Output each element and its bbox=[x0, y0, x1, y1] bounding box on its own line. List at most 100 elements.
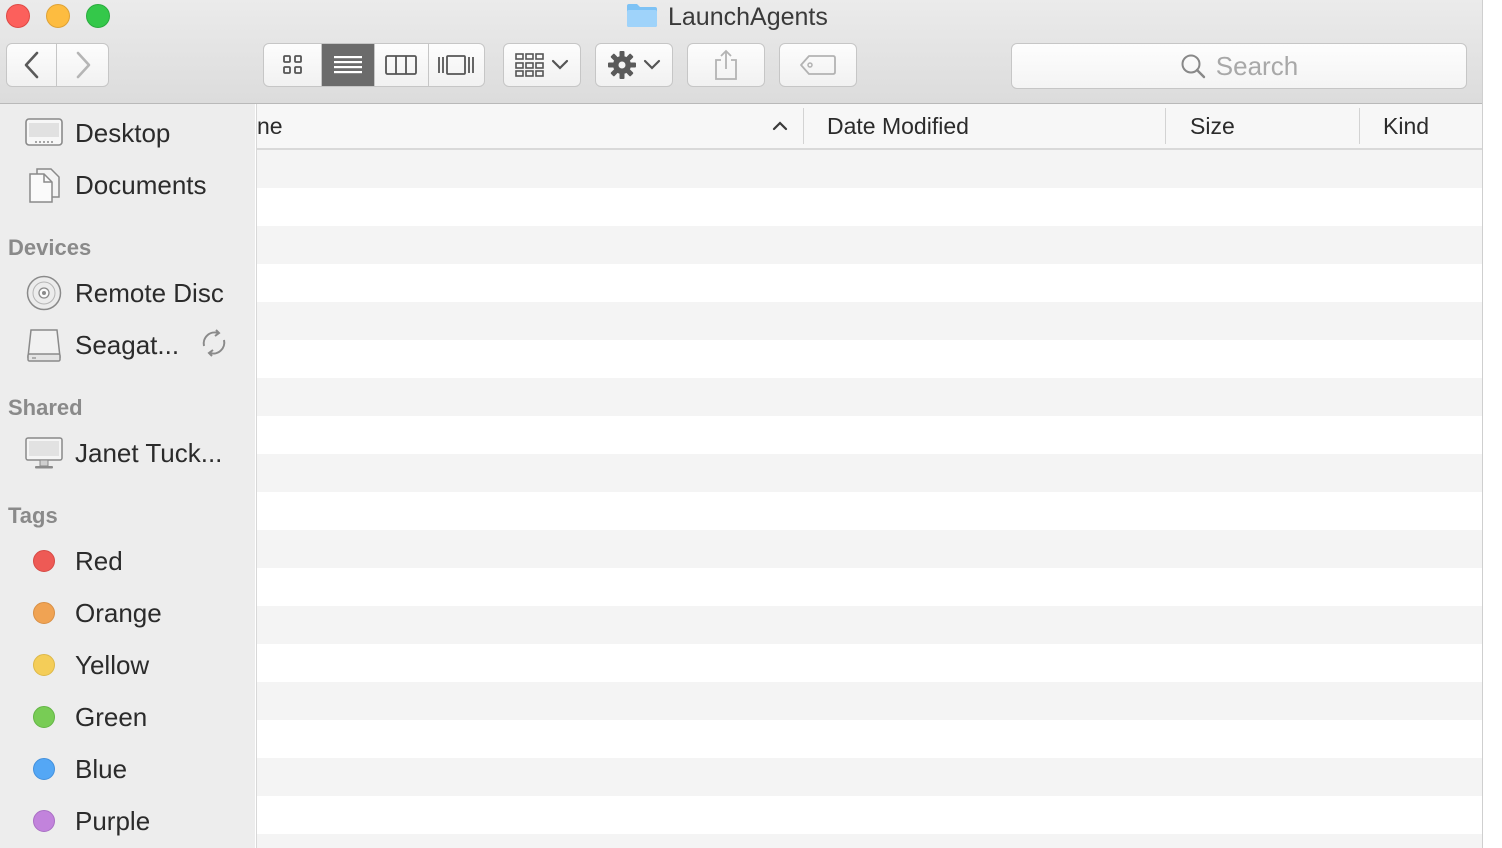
tag-icon bbox=[800, 55, 836, 75]
file-list: ne Date Modified Size Kind bbox=[256, 104, 1482, 848]
sidebar-item-seagate-drive[interactable]: Seagat... bbox=[0, 322, 255, 368]
empty-row-stripe bbox=[257, 682, 1482, 720]
list-view-button[interactable] bbox=[322, 44, 375, 86]
sidebar-item-desktop[interactable]: Desktop bbox=[0, 110, 255, 156]
chevron-right-icon bbox=[76, 51, 90, 79]
empty-row-stripe bbox=[257, 302, 1482, 340]
tag-color-dot bbox=[25, 802, 63, 840]
sidebar-item-documents[interactable]: Documents bbox=[0, 162, 255, 208]
sidebar-item-label: Orange bbox=[75, 597, 162, 628]
sidebar-item-label: Blue bbox=[75, 753, 128, 784]
sidebar-tag-red[interactable]: Red bbox=[0, 538, 255, 584]
column-header-label: Size bbox=[1190, 112, 1235, 139]
window-edge bbox=[1482, 0, 1502, 848]
sidebar-tag-green[interactable]: Green bbox=[0, 694, 255, 740]
empty-row-stripe bbox=[257, 226, 1482, 264]
column-header-kind[interactable]: Kind bbox=[1360, 104, 1482, 148]
minimize-window-button[interactable] bbox=[46, 4, 70, 28]
search-placeholder: Search bbox=[1215, 50, 1299, 81]
computer-icon bbox=[25, 434, 63, 472]
column-header-size[interactable]: Size bbox=[1166, 104, 1359, 148]
column-header-label: ne bbox=[257, 112, 283, 139]
window-title-text: LaunchAgents bbox=[668, 2, 828, 31]
empty-row-stripe bbox=[257, 568, 1482, 606]
share-icon bbox=[715, 49, 737, 80]
sidebar-item-remote-disc[interactable]: Remote Disc bbox=[0, 270, 255, 316]
cover-flow-icon bbox=[438, 55, 475, 75]
tag-color-dot bbox=[25, 542, 63, 580]
column-header-name[interactable]: ne bbox=[257, 104, 803, 148]
sidebar-item-label: Yellow bbox=[75, 649, 150, 680]
finder-window: LaunchAgents Search Desktop Documents De… bbox=[0, 0, 1482, 848]
empty-row-stripe bbox=[257, 378, 1482, 416]
sidebar-item-label: Green bbox=[75, 701, 148, 732]
empty-row-stripe bbox=[257, 454, 1482, 492]
sidebar-heading-shared: Shared bbox=[8, 395, 83, 420]
sort-ascending-icon bbox=[772, 121, 788, 131]
chevron-down-icon bbox=[643, 59, 661, 70]
cover-flow-view-button[interactable] bbox=[429, 44, 484, 86]
arrange-icon bbox=[515, 53, 544, 77]
tag-color-dot bbox=[25, 646, 63, 684]
column-header-date-modified[interactable]: Date Modified bbox=[804, 104, 1165, 148]
search-field[interactable]: Search bbox=[1011, 43, 1467, 89]
desktop-icon bbox=[25, 114, 63, 152]
window-title: LaunchAgents bbox=[626, 0, 828, 34]
sidebar-item-label: Purple bbox=[75, 805, 151, 836]
sidebar-item-shared-computer[interactable]: Janet Tuck... bbox=[0, 430, 255, 476]
sidebar-tag-blue[interactable]: Blue bbox=[0, 746, 255, 792]
empty-row-stripe bbox=[257, 188, 1482, 226]
sidebar-tag-purple[interactable]: Purple bbox=[0, 798, 255, 844]
empty-row-stripe bbox=[257, 758, 1482, 796]
sidebar-heading-devices: Devices bbox=[8, 235, 92, 260]
sidebar-item-label: Remote Disc bbox=[75, 277, 224, 308]
empty-row-stripe bbox=[257, 834, 1482, 848]
arrange-button[interactable] bbox=[503, 43, 581, 87]
sidebar-item-label: Desktop bbox=[75, 117, 171, 148]
tag-color-dot bbox=[25, 594, 63, 632]
edit-tags-button[interactable] bbox=[779, 43, 857, 87]
folder-icon bbox=[626, 2, 658, 33]
chevron-down-icon bbox=[551, 59, 569, 70]
disc-icon bbox=[25, 274, 63, 312]
empty-row-stripe bbox=[257, 492, 1482, 530]
column-view-button[interactable] bbox=[375, 44, 429, 86]
empty-row-stripe bbox=[257, 530, 1482, 568]
chevron-left-icon bbox=[24, 51, 38, 79]
documents-icon bbox=[25, 166, 63, 204]
icon-view-button[interactable] bbox=[264, 44, 323, 86]
action-button[interactable] bbox=[595, 43, 673, 87]
external-drive-icon bbox=[25, 326, 63, 364]
tag-color-dot bbox=[25, 750, 63, 788]
empty-row-stripe bbox=[257, 264, 1482, 302]
sidebar-tag-yellow[interactable]: Yellow bbox=[0, 642, 255, 688]
sidebar-item-label: Seagat... bbox=[75, 329, 180, 360]
gear-icon bbox=[608, 51, 636, 79]
sidebar-heading-tags: Tags bbox=[8, 503, 58, 528]
icon-view-icon bbox=[282, 55, 302, 74]
sidebar-item-label: Red bbox=[75, 545, 123, 576]
zoom-window-button[interactable] bbox=[86, 4, 110, 28]
column-header-label: Kind bbox=[1383, 112, 1430, 139]
navigation-buttons bbox=[6, 43, 109, 87]
share-button[interactable] bbox=[687, 43, 765, 87]
sidebar-tag-orange[interactable]: Orange bbox=[0, 590, 255, 636]
empty-row-stripe bbox=[257, 796, 1482, 834]
sidebar-item-label: Documents bbox=[75, 169, 207, 200]
view-mode-control bbox=[263, 43, 485, 87]
empty-row-stripe bbox=[257, 720, 1482, 758]
empty-row-stripe bbox=[257, 606, 1482, 644]
empty-row-stripe bbox=[257, 644, 1482, 682]
toolbar: LaunchAgents Search bbox=[0, 0, 1482, 104]
tag-color-dot bbox=[25, 698, 63, 736]
sync-icon[interactable] bbox=[198, 327, 230, 364]
list-rows bbox=[257, 150, 1482, 848]
list-header: ne Date Modified Size Kind bbox=[257, 104, 1482, 150]
back-button[interactable] bbox=[7, 44, 58, 86]
column-view-icon bbox=[385, 55, 418, 75]
empty-row-stripe bbox=[257, 340, 1482, 378]
sidebar: Desktop Documents Devices Remote Disc Se… bbox=[0, 104, 255, 848]
close-window-button[interactable] bbox=[6, 4, 30, 28]
forward-button[interactable] bbox=[57, 44, 108, 86]
list-view-icon bbox=[334, 56, 363, 74]
